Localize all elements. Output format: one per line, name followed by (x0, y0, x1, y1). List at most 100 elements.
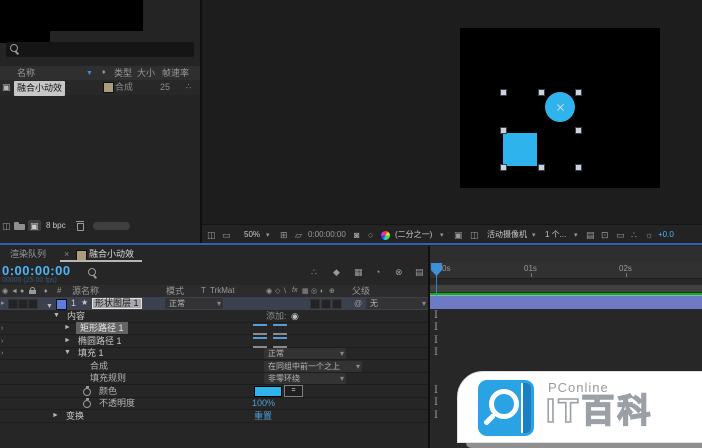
property-row-opacity[interactable]: 不透明度 100% (0, 397, 428, 410)
fill-blendmode-dropdown[interactable]: 正常 (264, 348, 346, 359)
view-layout-dropdown[interactable]: 1 个... (545, 225, 566, 245)
layer-row-1[interactable]: ▼ 1 形状图层 1 正常 @ 无 (0, 297, 430, 310)
trash-icon[interactable] (76, 221, 84, 230)
switch-cell[interactable] (310, 299, 320, 309)
snapshot-icon[interactable] (207, 231, 216, 240)
add-property-icon[interactable] (291, 312, 299, 321)
path-direction-icon[interactable] (253, 324, 267, 335)
property-label-selected[interactable]: 矩形路径 1 (76, 322, 128, 334)
property-row-fill-rule[interactable]: 填充规则 非零环绕 (0, 372, 428, 385)
property-label[interactable]: 不透明度 (99, 397, 135, 409)
property-label[interactable]: 内容 (67, 310, 85, 322)
tab-render-queue[interactable]: 渲染队列 (10, 246, 46, 262)
selection-handle[interactable] (500, 164, 507, 171)
t-column[interactable]: T (201, 285, 206, 297)
stopwatch-icon[interactable] (83, 386, 91, 396)
project-item-name[interactable]: 融合小动效 (14, 81, 65, 96)
flowchart-icon[interactable] (186, 83, 191, 91)
solo-toggle[interactable] (28, 299, 38, 309)
column-name[interactable]: 名称 (17, 66, 35, 80)
resolution-dropdown[interactable]: (二分之一) (395, 225, 432, 245)
comp-flowchart-icon[interactable] (616, 231, 625, 240)
selection-handle[interactable] (500, 89, 507, 96)
keyframe-nav-icon[interactable] (1, 350, 3, 357)
composite-dropdown[interactable]: 在同组中前一个之上 (264, 361, 362, 372)
region-of-interest-icon[interactable] (454, 231, 463, 240)
twirl-closed-icon[interactable]: ► (64, 335, 71, 347)
path-merge-icon[interactable] (273, 324, 287, 335)
parent-column[interactable]: 父级 (352, 285, 370, 297)
selection-handle[interactable] (538, 164, 545, 171)
label-column-icon[interactable] (102, 69, 106, 76)
mode-column[interactable]: 模式 (166, 285, 184, 297)
property-label[interactable]: 颜色 (99, 385, 117, 397)
pixel-aspect-icon[interactable] (470, 231, 479, 240)
audio-toggle[interactable] (18, 299, 28, 309)
project-item-row[interactable]: 融合小动效 合成 25 (0, 80, 200, 95)
channel-wheel-icon[interactable] (381, 231, 390, 240)
keyframe-nav-icon[interactable] (1, 325, 3, 332)
opacity-value[interactable]: 100% (252, 397, 275, 409)
blend-mode-dropdown[interactable]: 正常 (165, 298, 223, 309)
time-ruler[interactable]: 0s 01s 02s (430, 262, 702, 279)
fill-color-swatch[interactable] (254, 386, 282, 397)
twirl-open-icon[interactable]: ▼ (53, 310, 60, 322)
graph-editor-icon[interactable] (415, 268, 424, 277)
selection-handle[interactable] (500, 127, 507, 134)
timeline-navigator[interactable] (430, 246, 702, 263)
comp-mini-flowchart-icon[interactable] (311, 268, 317, 277)
new-composition-button[interactable] (28, 220, 41, 231)
rectangle-shape[interactable] (503, 133, 537, 166)
fill-rule-dropdown[interactable]: 非零环绕 (264, 373, 346, 384)
property-row-rect-path[interactable]: ► 矩形路径 1 (0, 322, 428, 335)
twirl-closed-icon[interactable]: ► (64, 322, 71, 334)
eyedropper-box-icon[interactable]: = (284, 385, 303, 397)
property-label[interactable]: 椭圆路径 1 (78, 335, 122, 347)
scrollbar-thumb[interactable] (93, 222, 130, 230)
transform-reset-link[interactable]: 重置 (254, 410, 272, 422)
pixel-preview-icon[interactable] (586, 231, 595, 240)
frame-blending-icon[interactable] (354, 268, 363, 277)
shy-layers-icon[interactable] (333, 268, 340, 277)
motion-blur-icon[interactable] (375, 268, 380, 277)
selection-handle[interactable] (575, 127, 582, 134)
interpret-footage-icon[interactable] (2, 222, 11, 231)
column-framerate[interactable]: 帧速率 (162, 66, 189, 80)
parent-dropdown[interactable]: 无 (366, 298, 428, 309)
anchor-point-icon[interactable] (556, 103, 565, 112)
bit-depth-label[interactable]: 8 bpc (46, 218, 66, 233)
video-toggle[interactable] (8, 299, 18, 309)
stopwatch-icon[interactable] (83, 398, 91, 408)
switch-cell[interactable] (321, 299, 331, 309)
selection-handle[interactable] (575, 164, 582, 171)
column-type[interactable]: 类型 (114, 66, 132, 80)
column-size[interactable]: 大小 (137, 66, 155, 80)
selection-handle[interactable] (538, 89, 545, 96)
composition-canvas[interactable] (460, 28, 660, 188)
panel-menu-icon[interactable] (128, 249, 133, 258)
parent-pickwhip-icon[interactable]: @ (354, 297, 362, 310)
label-color-swatch[interactable] (103, 82, 114, 93)
property-label[interactable]: 变换 (66, 410, 84, 422)
mask-visibility-icon[interactable] (295, 231, 302, 240)
layer-name-edit-field[interactable]: 形状图层 1 (92, 298, 142, 309)
grid-guides-icon[interactable] (280, 231, 288, 240)
snapshot-camera-icon[interactable] (354, 231, 359, 240)
keyframe-nav-icon[interactable] (1, 338, 3, 345)
transparency-grid-icon[interactable] (368, 231, 373, 240)
timeline-button-icon[interactable] (601, 231, 609, 240)
property-label[interactable]: 填充 1 (78, 347, 104, 359)
zoom-level-dropdown[interactable]: 50% (244, 225, 260, 245)
brainstorm-icon[interactable] (395, 268, 403, 277)
new-folder-icon[interactable] (14, 222, 25, 230)
exposure-value[interactable]: +0.0 (658, 225, 674, 245)
source-name-column[interactable]: 源名称 (72, 285, 99, 297)
show-channel-icon[interactable] (222, 231, 231, 240)
layer-duration-bar[interactable] (430, 295, 702, 309)
view-camera-dropdown[interactable]: 活动摄像机 (487, 225, 527, 245)
selection-handle[interactable] (575, 89, 582, 96)
close-tab-icon[interactable] (64, 250, 69, 259)
layer-label-swatch[interactable] (56, 299, 67, 310)
viewer-timecode[interactable]: 0:00:00:00 (308, 225, 346, 245)
twirl-closed-icon[interactable]: ► (52, 410, 59, 422)
